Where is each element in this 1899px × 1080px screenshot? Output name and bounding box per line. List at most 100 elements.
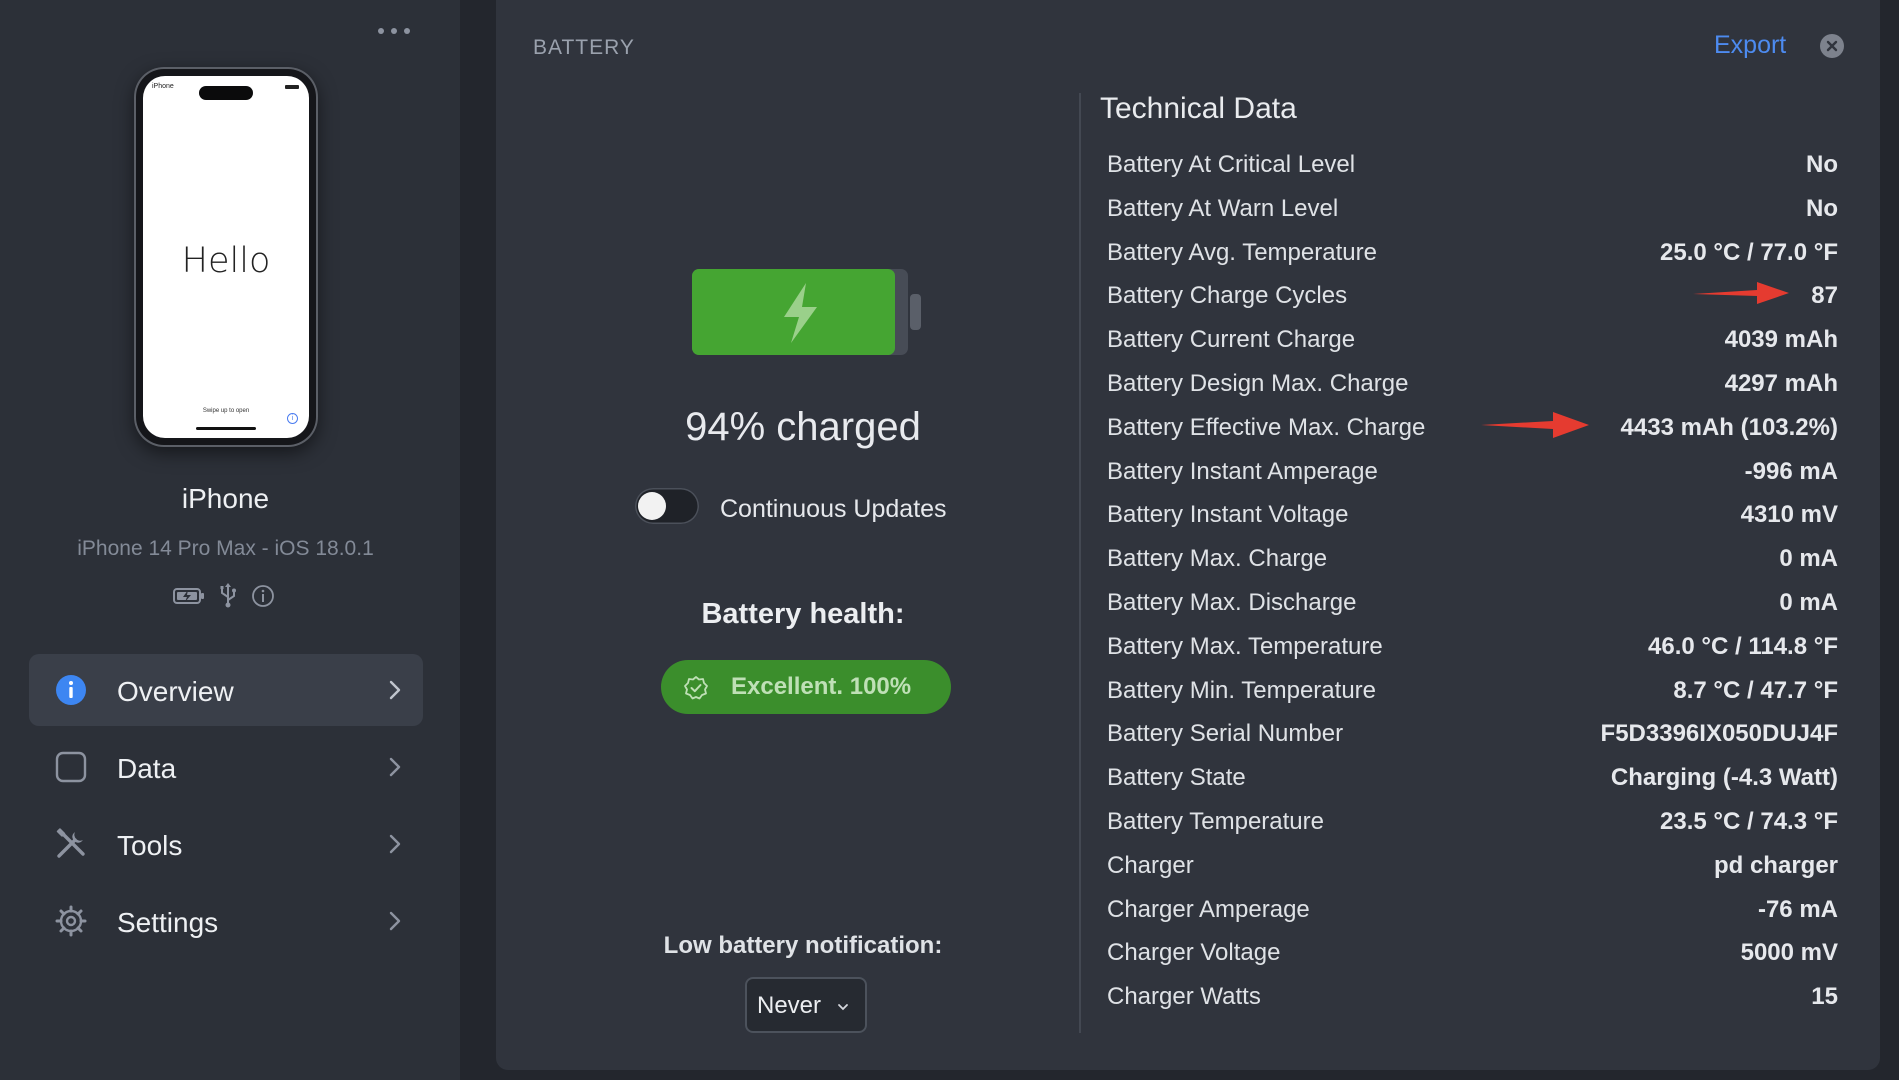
tech-row: Charger pd charger — [1107, 848, 1838, 892]
tech-row-value: pd charger — [1713, 851, 1838, 879]
tech-row-value: 8.7 °C / 47.7 °F — [1673, 676, 1838, 704]
device-screen-carrier: iPhone — [152, 83, 174, 90]
usb-icon — [219, 583, 237, 609]
tech-row-value: 5000 mV — [1740, 939, 1838, 967]
battery-health-value: Excellent. 100% — [731, 673, 912, 700]
chevron-right-icon — [385, 678, 405, 702]
tech-row-key: Battery Max. Discharge — [1107, 588, 1357, 616]
device-screen-home-bar — [196, 427, 256, 430]
annotation-arrow — [1693, 282, 1789, 304]
close-icon — [1826, 40, 1838, 52]
tech-row-key: Battery Instant Voltage — [1107, 501, 1349, 529]
tech-row: Charger Amperage -76 mA — [1107, 892, 1838, 936]
sidebar-item-label: Settings — [117, 907, 219, 938]
tech-row-value: 4297 mAh — [1724, 369, 1838, 397]
export-button[interactable]: Export — [1714, 31, 1786, 60]
tech-row-value: -76 mA — [1757, 895, 1838, 923]
tools-icon — [55, 828, 87, 860]
device-screen-info-icon: i — [287, 413, 298, 424]
continuous-updates-toggle[interactable] — [635, 488, 699, 524]
tech-row: Battery At Warn Level No — [1107, 191, 1838, 235]
tech-row-value: 23.5 °C / 74.3 °F — [1660, 807, 1838, 835]
check-badge-icon — [683, 675, 709, 706]
sidebar-item-label: Tools — [117, 830, 183, 861]
sidebar-nav: Overview Data Tools Settings — [29, 654, 423, 962]
low-battery-notification-select[interactable]: Never — [745, 977, 867, 1033]
tech-row: Battery Avg. Temperature 25.0 °C / 77.0 °… — [1107, 235, 1838, 279]
tech-row: Battery Current Charge 4039 mAh — [1107, 322, 1838, 366]
device-screen: iPhone Hello Swipe up to open i — [143, 76, 309, 438]
dynamic-island — [199, 86, 253, 100]
tech-row: Battery Effective Max. Charge 4433 mAh (1… — [1107, 410, 1838, 454]
device-screen-swipe-hint: Swipe up to open — [202, 408, 250, 414]
chevron-right-icon — [385, 755, 405, 779]
tech-row-value: 46.0 °C / 114.8 °F — [1648, 632, 1838, 660]
more-options-icon[interactable] — [378, 20, 410, 40]
tech-row: Battery Serial Number F5D3396IX050DUJ4F — [1107, 716, 1838, 760]
tech-row-value: 87 — [1811, 282, 1838, 310]
device-name: iPhone — [181, 483, 270, 514]
sidebar-item-label: Overview — [117, 676, 234, 707]
tech-row-key: Battery Max. Temperature — [1107, 632, 1383, 660]
tech-row-value: 4433 mAh (103.2%) — [1620, 413, 1838, 441]
tech-row-key: Battery Serial Number — [1107, 720, 1344, 748]
device-status-icons — [173, 581, 275, 611]
panel-divider — [1079, 93, 1081, 1033]
sidebar-item-overview[interactable]: Overview — [29, 654, 423, 726]
tech-row-value: No — [1806, 151, 1838, 178]
tech-row-key: Battery Design Max. Charge — [1107, 369, 1409, 397]
tech-row-value: 4039 mAh — [1724, 326, 1838, 354]
tech-row: Battery At Critical Level No — [1107, 147, 1838, 191]
technical-data-title: Technical Data — [1100, 92, 1297, 125]
tech-row: Charger Watts 15 — [1107, 979, 1838, 1023]
info-icon — [55, 674, 87, 706]
charge-percentage: 94% charged — [685, 405, 921, 449]
toggle-knob — [638, 492, 666, 520]
tech-row-key: Battery At Critical Level — [1107, 151, 1356, 178]
chevron-right-icon — [385, 909, 405, 933]
battery-charging-icon — [173, 587, 205, 605]
tech-row-value: 0 mA — [1779, 545, 1838, 573]
device-screen-battery — [285, 85, 299, 89]
tech-row-value: 25.0 °C / 77.0 °F — [1660, 238, 1838, 266]
tech-row-value: 15 — [1811, 983, 1838, 1011]
sidebar: iPhone Hello Swipe up to open i iPhone i… — [0, 0, 460, 1080]
sidebar-item-settings[interactable]: Settings — [29, 885, 423, 957]
battery-level-graphic — [692, 267, 922, 362]
sidebar-item-tools[interactable]: Tools — [29, 808, 423, 880]
tech-row: Battery Temperature 23.5 °C / 74.3 °F — [1107, 804, 1838, 848]
tech-row-key: Battery Instant Amperage — [1107, 457, 1378, 485]
tech-row-key: Charger Voltage — [1107, 939, 1281, 967]
tech-row-key: Charger Watts — [1107, 983, 1261, 1011]
tech-row-value: 0 mA — [1779, 588, 1838, 616]
tech-row-value: 4310 mV — [1740, 501, 1838, 529]
tech-row-key: Battery Avg. Temperature — [1107, 238, 1377, 266]
tech-row: Battery Max. Temperature 46.0 °C / 114.8 … — [1107, 629, 1838, 673]
tech-row: Battery Min. Temperature 8.7 °C / 47.7 °F — [1107, 673, 1838, 717]
tech-row-key: Battery Current Charge — [1107, 326, 1356, 354]
device-preview: iPhone Hello Swipe up to open i — [134, 67, 318, 447]
battery-health-badge: Excellent. 100% — [661, 660, 951, 714]
tech-row-key: Battery Min. Temperature — [1107, 676, 1377, 704]
tech-row-value: -996 mA — [1744, 457, 1838, 485]
close-button[interactable] — [1820, 34, 1844, 58]
device-model: iPhone 14 Pro Max - iOS 18.0.1 — [77, 537, 374, 560]
battery-panel: BATTERY Export 94% charged Continuous Up… — [496, 0, 1880, 1070]
gear-icon — [55, 905, 87, 937]
info-icon[interactable] — [251, 584, 275, 608]
tech-row: Battery Max. Charge 0 mA — [1107, 541, 1838, 585]
tech-row-key: Battery Max. Charge — [1107, 545, 1328, 573]
tech-row: Battery Instant Voltage 4310 mV — [1107, 497, 1838, 541]
tech-row: Battery State Charging (-4.3 Watt) — [1107, 760, 1838, 804]
sidebar-item-label: Data — [117, 753, 177, 784]
tech-row: Battery Max. Discharge 0 mA — [1107, 585, 1838, 629]
tech-row-key: Battery State — [1107, 764, 1246, 792]
tech-row-key: Battery Temperature — [1107, 807, 1324, 835]
low-battery-notification-label: Low battery notification: — [663, 932, 943, 959]
tech-row: Battery Instant Amperage -996 mA — [1107, 454, 1838, 498]
square-icon — [55, 751, 87, 783]
tech-row-key: Charger Amperage — [1107, 895, 1310, 923]
tech-row-value: F5D3396IX050DUJ4F — [1600, 720, 1838, 748]
sidebar-item-data[interactable]: Data — [29, 731, 423, 803]
battery-health-label: Battery health: — [701, 598, 905, 630]
